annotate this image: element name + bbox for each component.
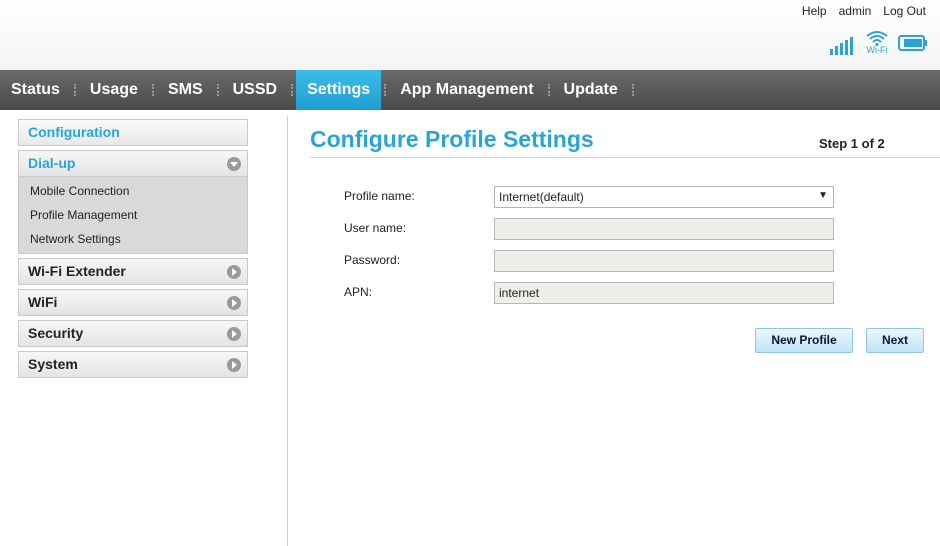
chevron-right-icon: [227, 358, 241, 372]
password-row: Password:: [344, 250, 844, 272]
user-name-label: User name:: [344, 221, 407, 235]
title-row: Configure Profile Settings Step 1 of 2: [310, 116, 940, 158]
profile-name-value: Internet(default): [499, 190, 584, 204]
apn-row: APN:: [344, 282, 844, 304]
nav-divider: [547, 84, 550, 96]
sidebar-group-wifi[interactable]: WiFi: [18, 289, 248, 316]
main-content: Configure Profile Settings Step 1 of 2 P…: [310, 116, 940, 353]
sidebar-heading-configuration[interactable]: Configuration: [18, 119, 248, 146]
content-divider: [287, 116, 288, 546]
nav-divider: [384, 84, 387, 96]
profile-name-row: Profile name: Internet(default) ▼: [344, 186, 844, 208]
sidebar: Configuration Dial-up Mobile Connection …: [18, 119, 248, 382]
wifi-label: Wi-Fi: [866, 45, 888, 55]
sidebar-item-profile-management[interactable]: Profile Management: [19, 203, 247, 227]
nav-sms[interactable]: SMS: [157, 70, 214, 110]
chevron-right-icon: [227, 265, 241, 279]
sidebar-group-label: Dial-up: [28, 155, 76, 171]
sidebar-item-network-settings[interactable]: Network Settings: [19, 227, 247, 251]
main-nav: Status Usage SMS USSD Settings App Manag…: [0, 70, 940, 110]
sidebar-group-label: Security: [28, 325, 84, 341]
logout-link[interactable]: Log Out: [877, 4, 932, 18]
top-links: Help admin Log Out: [796, 4, 932, 18]
nav-divider: [291, 84, 294, 96]
chevron-down-icon: [227, 157, 241, 171]
apn-input[interactable]: [494, 282, 834, 304]
profile-name-label: Profile name:: [344, 189, 415, 203]
wifi-indicator: Wi-Fi: [866, 30, 888, 55]
user-name-row: User name:: [344, 218, 844, 240]
sidebar-group-wifi-extender[interactable]: Wi-Fi Extender: [18, 258, 248, 285]
nav-ussd[interactable]: USSD: [222, 70, 288, 110]
chevron-right-icon: [227, 296, 241, 310]
new-profile-button[interactable]: New Profile: [755, 328, 853, 353]
page-title: Configure Profile Settings: [310, 126, 594, 152]
sidebar-group-label: System: [28, 356, 78, 372]
nav-app-management[interactable]: App Management: [389, 70, 544, 110]
step-indicator: Step 1 of 2: [819, 136, 885, 151]
sidebar-group-security[interactable]: Security: [18, 320, 248, 347]
nav-usage[interactable]: Usage: [79, 70, 149, 110]
nav-status[interactable]: Status: [0, 70, 71, 110]
profile-name-select[interactable]: Internet(default) ▼: [494, 186, 834, 208]
nav-divider: [73, 84, 76, 96]
nav-divider: [631, 84, 634, 96]
signal-bars-icon: [830, 37, 853, 55]
admin-link[interactable]: admin: [833, 4, 878, 18]
help-link[interactable]: Help: [796, 4, 833, 18]
wifi-icon: [866, 31, 888, 46]
dial-up-submenu: Mobile Connection Profile Management Net…: [18, 177, 248, 254]
user-name-input[interactable]: [494, 218, 834, 240]
sidebar-group-label: WiFi: [28, 294, 58, 310]
sidebar-group-system[interactable]: System: [18, 351, 248, 378]
sidebar-group-dial-up[interactable]: Dial-up: [18, 150, 248, 177]
top-header: Help admin Log Out Wi-Fi: [0, 0, 940, 70]
apn-label: APN:: [344, 285, 373, 299]
chevron-right-icon: [227, 327, 241, 341]
nav-divider: [216, 84, 219, 96]
dropdown-arrow-icon: ▼: [818, 190, 828, 201]
next-button[interactable]: Next: [866, 328, 924, 353]
password-label: Password:: [344, 253, 401, 267]
status-icons: Wi-Fi: [830, 30, 928, 55]
nav-settings[interactable]: Settings: [296, 70, 382, 110]
password-input[interactable]: [494, 250, 834, 272]
nav-update[interactable]: Update: [553, 70, 629, 110]
sidebar-item-mobile-connection[interactable]: Mobile Connection: [19, 179, 247, 203]
battery-icon: [898, 35, 927, 51]
nav-divider: [151, 84, 154, 96]
sidebar-group-label: Wi-Fi Extender: [28, 263, 126, 279]
